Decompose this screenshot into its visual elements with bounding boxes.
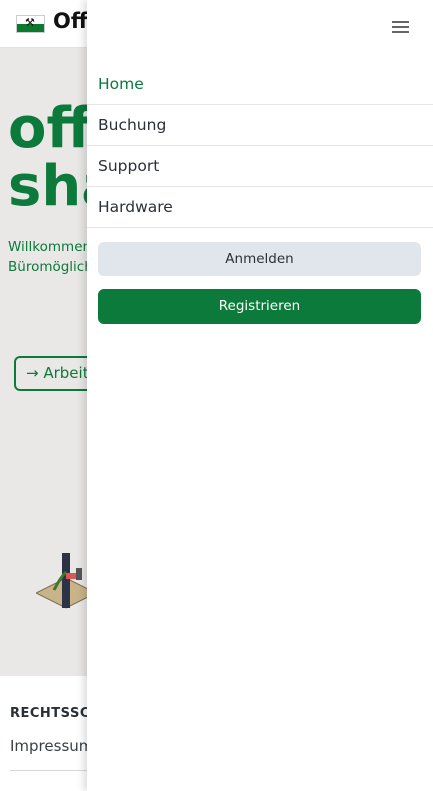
navigation-drawer: Home Buchung Support Hardware Anmelden R… — [87, 0, 433, 791]
flag-icon[interactable]: ⚒ — [16, 15, 45, 33]
footer-link-impressum[interactable]: Impressum — [10, 737, 93, 755]
nav-item-support[interactable]: Support — [87, 146, 433, 187]
arrow-right-icon: → — [26, 364, 39, 382]
login-button[interactable]: Anmelden — [98, 242, 421, 276]
register-button[interactable]: Registrieren — [98, 289, 421, 324]
nav-item-home[interactable]: Home — [87, 64, 433, 105]
nav-menu: Home Buchung Support Hardware — [87, 64, 433, 228]
hero-action-label: Arbeit — [43, 364, 89, 382]
brand-title[interactable]: Off — [53, 9, 88, 33]
nav-item-buchung[interactable]: Buchung — [87, 105, 433, 146]
hamburger-menu-icon[interactable] — [391, 18, 411, 38]
nav-item-hardware[interactable]: Hardware — [87, 187, 433, 228]
